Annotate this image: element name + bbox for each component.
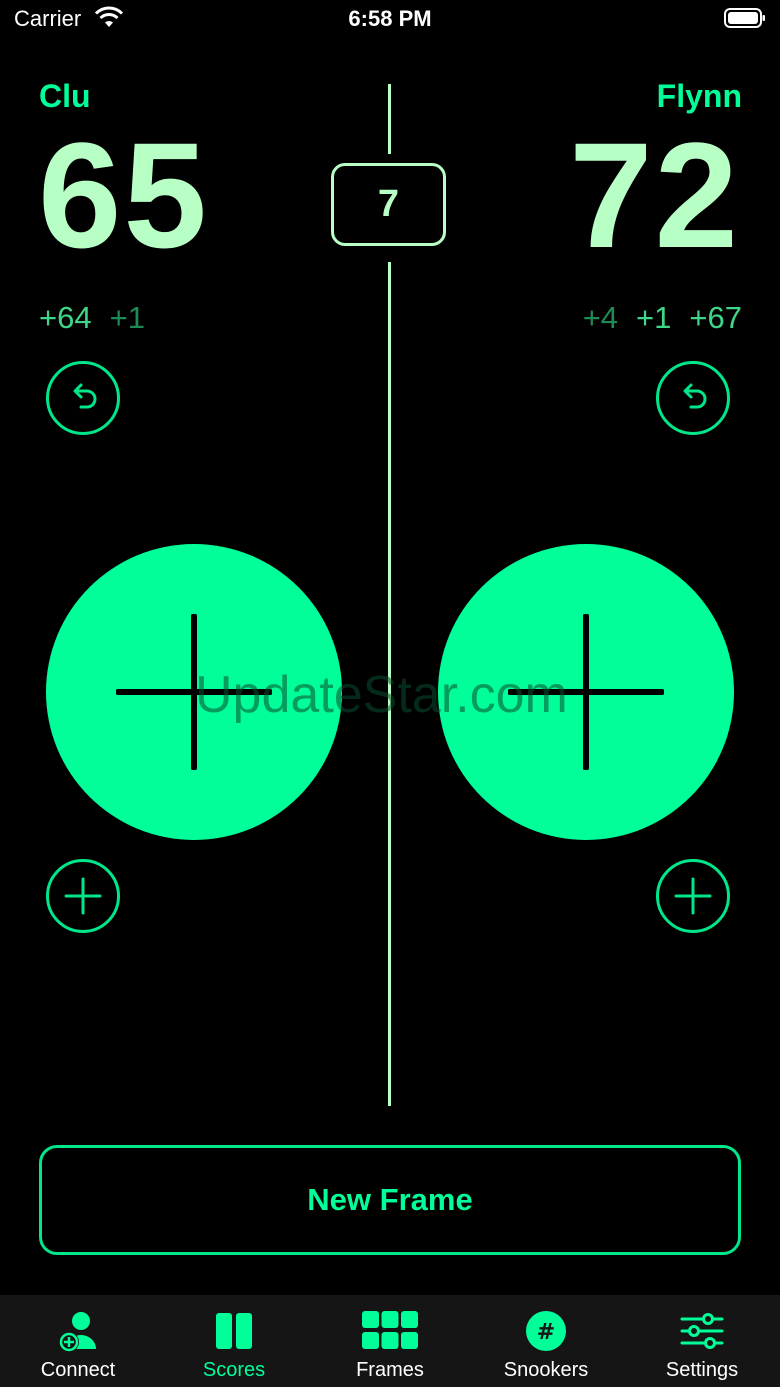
player-left-breaks: +64 +1 bbox=[39, 300, 145, 336]
player-left-score: 65 bbox=[38, 111, 209, 279]
add-points-left-button[interactable] bbox=[46, 544, 342, 840]
undo-icon bbox=[683, 383, 707, 409]
tab-label: Connect bbox=[40, 1359, 116, 1381]
frame-counter[interactable]: 7 bbox=[331, 163, 446, 246]
plus-icon bbox=[64, 877, 102, 915]
break-value: +67 bbox=[689, 300, 742, 335]
new-frame-button[interactable]: New Frame bbox=[39, 1145, 741, 1255]
tab-snookers[interactable]: # Snookers bbox=[468, 1295, 624, 1387]
tab-bar: Connect Scores Frames # Snookers Setting… bbox=[0, 1295, 780, 1387]
player-right-name[interactable]: Flynn bbox=[657, 78, 742, 115]
svg-text:#: # bbox=[537, 1320, 555, 1345]
frames-icon bbox=[362, 1311, 418, 1349]
add-foul-left-button[interactable] bbox=[46, 859, 120, 933]
tab-label: Snookers bbox=[503, 1359, 589, 1381]
add-foul-right-button[interactable] bbox=[656, 859, 730, 933]
plus-icon bbox=[674, 877, 712, 915]
undo-icon bbox=[73, 383, 97, 409]
connect-icon bbox=[59, 1312, 96, 1352]
break-value: +1 bbox=[636, 300, 672, 335]
player-right-score: 72 bbox=[569, 111, 740, 279]
plus-icon bbox=[508, 614, 664, 770]
scores-icon bbox=[216, 1313, 252, 1349]
break-value: +64 bbox=[39, 300, 92, 335]
tab-label: Frames bbox=[356, 1359, 424, 1381]
player-right-breaks: +4 +1 +67 bbox=[583, 300, 742, 336]
break-value: +1 bbox=[109, 300, 145, 335]
plus-icon bbox=[116, 614, 272, 770]
tab-label: Scores bbox=[202, 1359, 266, 1381]
tab-label: Settings bbox=[665, 1359, 739, 1381]
status-time: 6:58 PM bbox=[348, 6, 432, 31]
break-value: +4 bbox=[582, 300, 619, 335]
tab-scores[interactable]: Scores bbox=[156, 1295, 312, 1387]
undo-left-button[interactable] bbox=[46, 361, 120, 435]
tab-settings[interactable]: Settings bbox=[624, 1295, 780, 1387]
settings-icon bbox=[680, 1313, 724, 1349]
tab-frames[interactable]: Frames bbox=[312, 1295, 468, 1387]
tab-connect[interactable]: Connect bbox=[0, 1295, 156, 1387]
snookers-icon: # bbox=[526, 1311, 566, 1351]
center-divider bbox=[388, 262, 391, 1106]
battery-icon bbox=[724, 8, 765, 28]
center-divider-top bbox=[388, 84, 391, 154]
undo-right-button[interactable] bbox=[656, 361, 730, 435]
player-left-name[interactable]: Clu bbox=[39, 78, 91, 115]
add-points-right-button[interactable] bbox=[438, 544, 734, 840]
